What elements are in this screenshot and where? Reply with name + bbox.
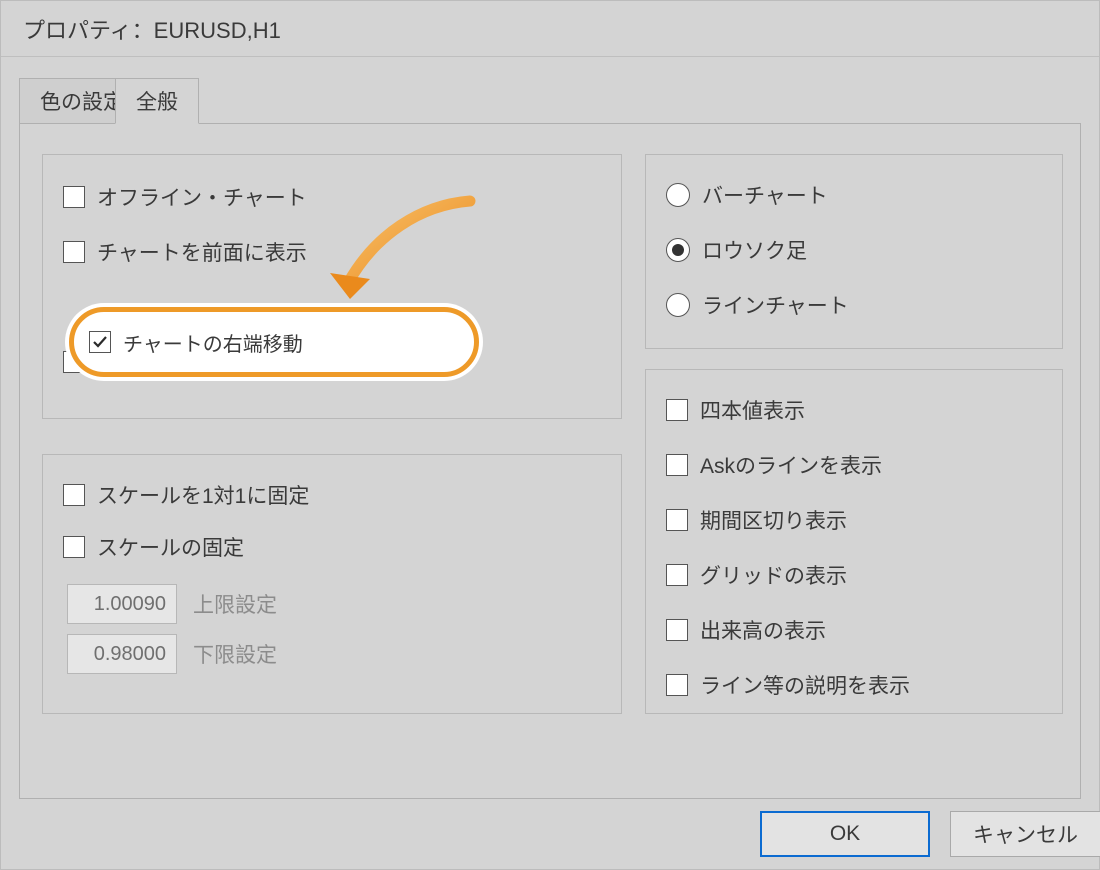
checkbox-show-volume[interactable]: [666, 619, 688, 641]
tab-colors-label: 色の設定: [40, 86, 124, 116]
dialog-title: プロパティ：EURUSD,H1: [1, 1, 1099, 57]
cancel-button-label: キャンセル: [973, 819, 1078, 849]
checkbox-show-period-sep[interactable]: [666, 509, 688, 531]
checkbox-chart-on-foreground[interactable]: [63, 241, 85, 263]
tab-panel-general: オフライン・チャート チャートを前面に表示 チャートの右端移動: [19, 123, 1081, 799]
input-upper-limit[interactable]: 1.00090: [67, 584, 177, 624]
label-bar-chart: バーチャート: [702, 180, 828, 210]
button-bar: OK キャンセル: [1, 799, 1099, 869]
tab-general-label: 全般: [136, 86, 178, 116]
label-show-grid: グリッドの表示: [700, 560, 847, 590]
label-scale-1to1: スケールを1対1に固定: [97, 480, 309, 510]
input-upper-limit-value: 1.00090: [94, 593, 166, 616]
group-scale: スケールを1対1に固定 スケールの固定 1.00090 上限設定 0.98000…: [42, 454, 622, 714]
label-chart-shift: チャートの右端移動: [123, 328, 303, 357]
tab-strip: 色の設定 全般: [19, 77, 1081, 123]
label-offline-chart: オフライン・チャート: [97, 182, 307, 212]
radio-bar-chart[interactable]: [666, 183, 690, 207]
label-chart-on-foreground: チャートを前面に表示: [97, 237, 307, 267]
label-upper-limit: 上限設定: [193, 589, 277, 619]
label-show-period-sep: 期間区切り表示: [700, 505, 847, 535]
label-scale-fix: スケールの固定: [97, 532, 244, 562]
label-lower-limit: 下限設定: [193, 639, 277, 669]
radio-line-chart[interactable]: [666, 293, 690, 317]
checkbox-show-grid[interactable]: [666, 564, 688, 586]
label-show-descriptions: ライン等の説明を表示: [700, 670, 910, 700]
tab-general[interactable]: 全般: [115, 78, 199, 124]
checkbox-scale-fix[interactable]: [63, 536, 85, 558]
label-candlestick: ロウソク足: [702, 235, 807, 265]
label-show-volume: 出来高の表示: [700, 615, 826, 645]
checkbox-offline-chart[interactable]: [63, 186, 85, 208]
checkbox-scale-1to1[interactable]: [63, 484, 85, 506]
group-show-options: 四本値表示 Askのラインを表示 期間区切り表示 グリッドの表示 出来高の表示 …: [645, 369, 1063, 714]
dialog-title-text: プロパティ：EURUSD,H1: [23, 13, 281, 45]
label-show-ask-line: Askのラインを表示: [700, 450, 882, 480]
group-chart-options: オフライン・チャート チャートを前面に表示 チャートの右端移動: [42, 154, 622, 419]
ok-button[interactable]: OK: [760, 811, 930, 857]
ok-button-label: OK: [830, 822, 860, 846]
input-lower-limit-value: 0.98000: [94, 643, 166, 666]
group-chart-type: バーチャート ロウソク足 ラインチャート: [645, 154, 1063, 349]
checkbox-chart-shift[interactable]: [89, 331, 111, 353]
checkbox-show-descriptions[interactable]: [666, 674, 688, 696]
radio-candlestick[interactable]: [666, 238, 690, 262]
cancel-button[interactable]: キャンセル: [950, 811, 1100, 857]
label-line-chart: ラインチャート: [702, 290, 849, 320]
checkbox-show-ask-line[interactable]: [666, 454, 688, 476]
checkbox-show-ohlc[interactable]: [666, 399, 688, 421]
properties-dialog: プロパティ：EURUSD,H1 色の設定 全般 オフライン・チャート チャートを…: [0, 0, 1100, 870]
label-show-ohlc: 四本値表示: [700, 395, 805, 425]
input-lower-limit[interactable]: 0.98000: [67, 634, 177, 674]
